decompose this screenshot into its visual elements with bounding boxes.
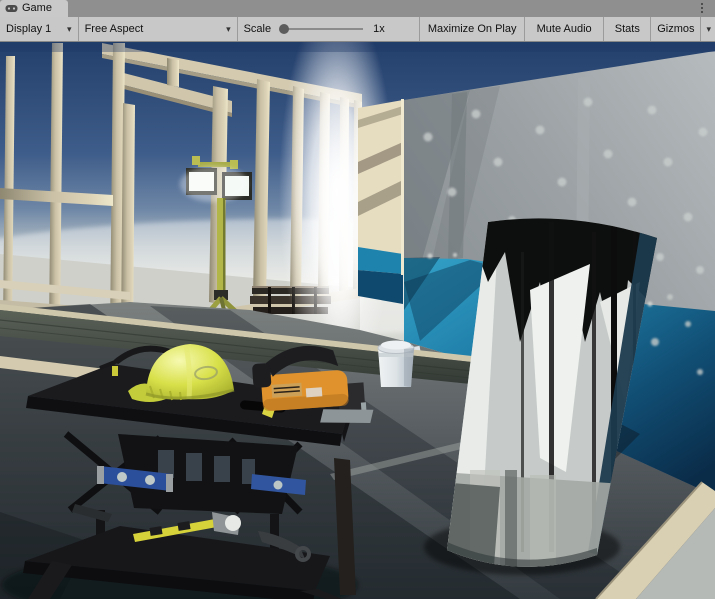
scene-paint-bucket <box>378 341 414 388</box>
scene-top-fade <box>0 42 715 52</box>
gizmos-label: Gizmos <box>657 23 694 35</box>
display-dropdown[interactable]: Display 1 ▾ <box>0 17 79 41</box>
scale-label: Scale <box>244 23 272 35</box>
scene-corner-wall <box>358 99 404 304</box>
mute-audio-button[interactable]: Mute Audio <box>525 17 605 41</box>
tab-game[interactable]: Game <box>0 0 68 17</box>
chevron-down-icon: ▾ <box>226 25 231 34</box>
kebab-vertical-icon[interactable] <box>701 3 703 13</box>
game-view-toolbar: Display 1 ▾ Free Aspect ▾ Scale 1x Maxim… <box>0 17 715 42</box>
maximize-on-play-button[interactable]: Maximize On Play <box>420 17 524 41</box>
unity-game-window: Game Display 1 ▾ Free Aspect ▾ Scale 1x … <box>0 0 715 599</box>
gamepad-icon <box>5 4 18 13</box>
aspect-dropdown[interactable]: Free Aspect ▾ <box>79 17 238 41</box>
chevron-down-icon: ▾ <box>706 25 711 34</box>
tab-label: Game <box>22 0 52 17</box>
tab-strip: Game <box>0 0 715 17</box>
game-scene <box>0 42 715 599</box>
scale-slider[interactable] <box>281 28 363 30</box>
aspect-dropdown-value: Free Aspect <box>85 23 144 35</box>
scale-value: 1x <box>373 23 385 35</box>
game-viewport[interactable] <box>0 42 715 599</box>
gizmos-dropdown[interactable]: Gizmos ▾ <box>651 17 715 41</box>
chevron-down-icon: ▾ <box>67 25 72 34</box>
scale-control: Scale 1x <box>238 17 421 41</box>
scale-slider-knob[interactable] <box>279 24 289 34</box>
display-dropdown-value: Display 1 <box>6 23 51 35</box>
stats-button[interactable]: Stats <box>604 17 651 41</box>
